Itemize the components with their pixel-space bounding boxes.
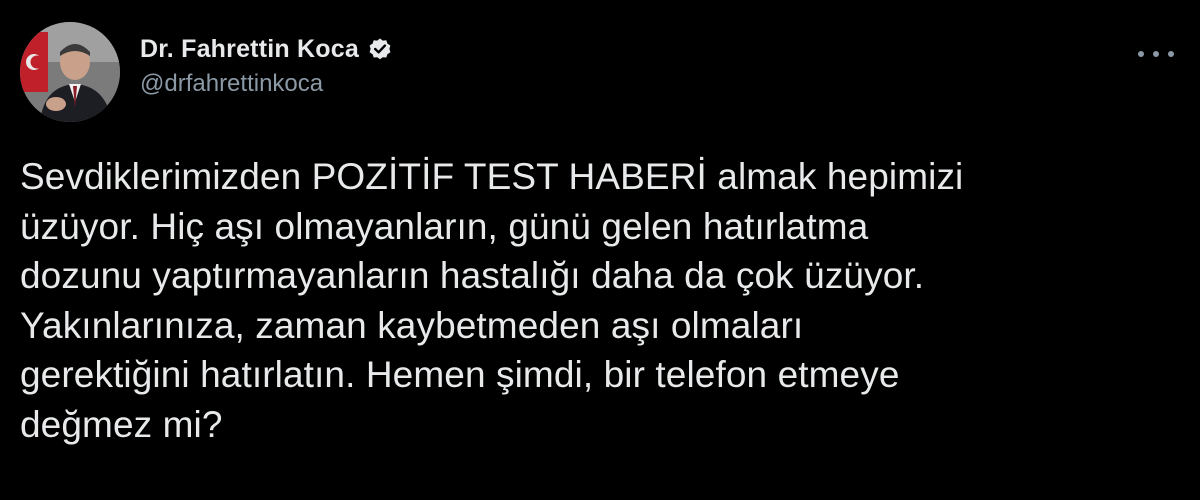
tweet-text-line: gerektiğini hatırlatın. Hemen şimdi, bir… [20, 354, 900, 395]
tweet-text-line: dozunu yaptırmayanların hastalığı daha d… [20, 255, 925, 296]
more-options-icon[interactable] [1138, 44, 1174, 64]
tweet-text-line: değmez mi? [20, 403, 223, 445]
more-dot [1168, 51, 1174, 57]
author-block: Dr. Fahrettin Koca @drfahrettinkoca [140, 34, 393, 98]
tweet-header: Dr. Fahrettin Koca @drfahrettinkoca [20, 22, 1180, 122]
tweet-text: Sevdiklerimizden POZİTİF TEST HABERİ alm… [20, 152, 1185, 449]
verified-badge-icon [367, 36, 393, 62]
name-row: Dr. Fahrettin Koca [140, 34, 393, 64]
tweet-text-line: üzüyor. Hiç aşı olmayanların, günü gelen… [20, 205, 869, 247]
tweet-text-line: Yakınlarınıza, zaman kaybetmeden aşı olm… [20, 304, 804, 346]
avatar[interactable] [20, 22, 120, 122]
tweet-text-line: Sevdiklerimizden POZİTİF TEST HABERİ alm… [20, 156, 964, 197]
more-dot [1153, 51, 1159, 57]
avatar-photo [20, 22, 120, 122]
author-handle[interactable]: @drfahrettinkoca [140, 70, 393, 98]
tweet-card: Dr. Fahrettin Koca @drfahrettinkoca Sevd… [0, 0, 1200, 500]
author-display-name[interactable]: Dr. Fahrettin Koca [140, 35, 359, 64]
more-dot [1138, 51, 1144, 57]
